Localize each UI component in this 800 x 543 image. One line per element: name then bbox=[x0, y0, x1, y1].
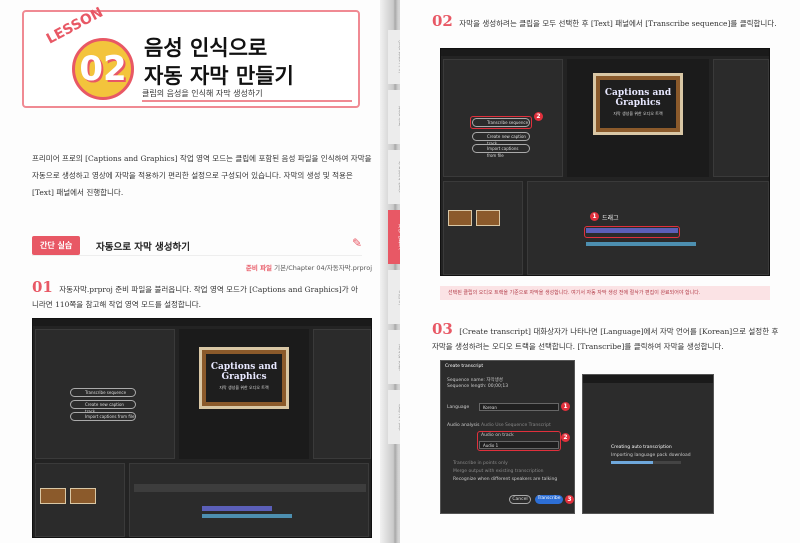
lesson-banner: LESSON 02 음성 인식으로 자동 자막 만들기 클립의 음성을 인식해 … bbox=[22, 4, 360, 108]
program-monitor: Captions and Graphics 자막 생성을 위한 오디오 트랙 bbox=[179, 329, 309, 459]
language-label: Language bbox=[447, 405, 470, 410]
cancel-button[interactable]: Cancel bbox=[509, 495, 531, 504]
transcribe-button[interactable]: Transcribe sequence bbox=[70, 388, 136, 397]
language-select[interactable]: Korean bbox=[479, 403, 559, 411]
step-number: 01 bbox=[32, 278, 53, 296]
checkbox-3[interactable]: Recognize when different speakers are ta… bbox=[453, 477, 557, 482]
section-tag: 간단 실습 bbox=[32, 236, 81, 255]
premiere-screenshot-1: Transcribe sequence Create new caption t… bbox=[32, 318, 372, 538]
prep-label: 준비 파일 bbox=[245, 264, 273, 272]
board-sub: 자막 생성을 위한 오디오 트랙 bbox=[613, 111, 663, 116]
info-note: 선택된 클립의 오디오 트랙을 기준으로 자막을 생성합니다. 여기서 자동 자… bbox=[440, 286, 770, 300]
import-caption-button[interactable]: Import captions from file bbox=[472, 144, 530, 158]
intro-paragraph: 프리미어 프로의 [Captions and Graphics] 작업 영역 모… bbox=[32, 154, 372, 197]
audio-analysis-label: Audio analysis bbox=[447, 423, 480, 428]
section-title: 자동으로 자막 생성하기 bbox=[96, 242, 191, 253]
prep-path: 기본/Chapter 04/자동자막.prproj bbox=[274, 264, 372, 272]
menu-bar bbox=[33, 319, 371, 326]
menu-bar bbox=[441, 49, 769, 56]
drag-label: 드래그 bbox=[602, 215, 619, 222]
timeline-panel: 1 드래그 bbox=[527, 181, 769, 275]
sequence-name: Sequence name: 자막생성 bbox=[447, 378, 503, 383]
audio-clip[interactable] bbox=[202, 506, 272, 511]
step-01: 01 자동자막.prproj 준비 파일을 불러옵니다. 작업 영역 모드가 [… bbox=[32, 280, 362, 312]
step-text: 자막을 생성하려는 클립을 모두 선택한 후 [Text] 패널에서 [Tran… bbox=[459, 19, 777, 28]
import-caption-button[interactable]: Import captions from file bbox=[70, 412, 136, 421]
clip-thumbnail[interactable] bbox=[40, 488, 66, 504]
prep-file: 준비 파일 기본/Chapter 04/자동자막.prproj bbox=[246, 262, 372, 272]
project-panel bbox=[443, 181, 523, 275]
checkbox-2[interactable]: Merge output with existing transcription bbox=[453, 469, 543, 474]
transcribe-dialog-button[interactable]: Transcribe bbox=[535, 495, 563, 504]
audio-clip[interactable] bbox=[586, 228, 678, 233]
callout-2: 2 bbox=[561, 433, 570, 442]
board-title: Captions and Graphics bbox=[604, 88, 672, 108]
step-number: 02 bbox=[432, 12, 453, 30]
project-panel bbox=[35, 463, 125, 537]
progress-bar bbox=[611, 461, 681, 464]
checkbox-1[interactable]: Transcribe in points only bbox=[453, 461, 508, 466]
audio-option-1[interactable]: Audio Use Sequence Transcript bbox=[481, 423, 551, 428]
progress-text: Importing language pack download bbox=[611, 453, 691, 458]
clip-thumbnail[interactable] bbox=[448, 210, 472, 226]
sequence-length: Sequence length: 00;00;13 bbox=[447, 384, 509, 389]
wrench-icon: ✎ bbox=[351, 236, 362, 250]
left-page: LESSON 02 음성 인식으로 자동 자막 만들기 클립의 음성을 인식해 … bbox=[0, 0, 392, 543]
callout-1: 1 bbox=[561, 402, 570, 411]
clip-thumbnail[interactable] bbox=[70, 488, 96, 504]
video-track bbox=[134, 484, 366, 492]
text-panel-progress: Creating auto transcription Importing la… bbox=[582, 374, 714, 514]
lesson-title: 음성 인식으로 자동 자막 만들기 bbox=[144, 36, 294, 88]
text-panel: Transcribe sequence 2 Create new caption… bbox=[443, 59, 563, 177]
step-text: [Create transcript] 대화상자가 나타나면 [Language… bbox=[432, 327, 779, 351]
panel-tabs bbox=[583, 375, 713, 383]
create-caption-button[interactable]: Create new caption track bbox=[472, 132, 530, 146]
create-caption-button[interactable]: Create new caption track bbox=[70, 400, 136, 414]
chalkboard: Captions and Graphics 자막 생성을 위한 오디오 트랙 bbox=[199, 347, 289, 409]
premiere-screenshot-2: Transcribe sequence 2 Create new caption… bbox=[440, 48, 770, 276]
callout-3: 3 bbox=[565, 495, 574, 504]
creating-text: Creating auto transcription bbox=[611, 445, 672, 450]
step-number: 03 bbox=[432, 320, 453, 338]
section-header: 간단 실습 자동으로 자막 생성하기 ✎ bbox=[32, 236, 362, 256]
chalkboard: Captions and Graphics 자막 생성을 위한 오디오 트랙 bbox=[593, 73, 683, 135]
board-title: Captions and Graphics bbox=[210, 362, 278, 382]
ruler-decoration bbox=[142, 98, 352, 102]
essential-graphics-panel bbox=[713, 59, 769, 177]
program-monitor: Captions and Graphics 자막 생성을 위한 오디오 트랙 bbox=[567, 59, 709, 177]
step-03: 03 [Create transcript] 대화상자가 나타나면 [Langu… bbox=[432, 322, 782, 354]
callout-2: 2 bbox=[534, 112, 543, 121]
highlight-box bbox=[477, 431, 561, 451]
dialog-title: Create transcript bbox=[445, 364, 484, 369]
callout-1: 1 bbox=[590, 212, 599, 221]
step-02: 02 자막을 생성하려는 클립을 모두 선택한 후 [Text] 패널에서 [T… bbox=[432, 14, 782, 31]
book-spread: LESSON 02 음성 인식으로 자동 자막 만들기 클립의 음성을 인식해 … bbox=[0, 0, 800, 543]
right-page: 02 자막을 생성하려는 클립을 모두 선택한 후 [Text] 패널에서 [T… bbox=[400, 0, 800, 543]
step-text: 자동자막.prproj 준비 파일을 불러옵니다. 작업 영역 모드가 [Cap… bbox=[32, 285, 358, 309]
board-sub: 자막 생성을 위한 오디오 트랙 bbox=[219, 385, 269, 390]
audio-clip[interactable] bbox=[202, 514, 292, 518]
timeline-panel bbox=[129, 463, 369, 537]
highlight-box bbox=[470, 116, 532, 129]
lesson-number: 02 bbox=[72, 38, 134, 100]
essential-graphics-panel bbox=[313, 329, 371, 459]
create-transcript-dialog: Create transcript Sequence name: 자막생성 Se… bbox=[440, 360, 575, 514]
text-panel: Transcribe sequence Create new caption t… bbox=[35, 329, 175, 459]
clip-thumbnail[interactable] bbox=[476, 210, 500, 226]
audio-clip[interactable] bbox=[586, 242, 696, 246]
